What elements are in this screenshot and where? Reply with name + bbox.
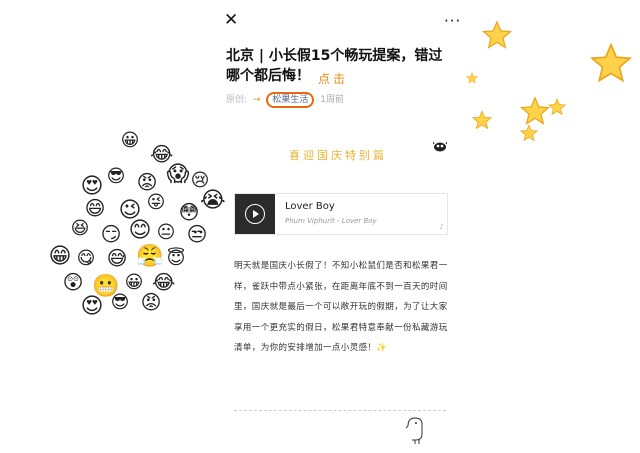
cow-icon: [432, 141, 448, 156]
emoji-face-icon: 😀: [120, 130, 140, 151]
star-icon: [520, 96, 550, 125]
star-icon: [472, 110, 492, 130]
publish-time: 1周前: [320, 95, 344, 105]
song-title: Lover Boy: [285, 201, 335, 212]
emoji-face-icon: 😱: [166, 162, 190, 187]
play-icon[interactable]: [245, 204, 265, 224]
dinosaur-doodle-icon: [405, 417, 423, 444]
article-meta: 原创: → 松果生活 1周前: [226, 92, 344, 108]
arrow-icon: →: [252, 95, 261, 105]
emoji-face-icon: 😋: [76, 248, 96, 269]
star-icon: [482, 20, 512, 49]
click-annotation: 点击: [318, 72, 349, 86]
emoji-face-icon: 😭: [200, 188, 226, 213]
emoji-face-icon: 😲: [62, 270, 84, 294]
emoji-face-icon: 😡: [136, 170, 158, 194]
music-badge-icon: ♪: [439, 223, 444, 231]
emoji-face-icon: 😒: [186, 222, 208, 246]
more-icon[interactable]: ···: [444, 12, 461, 30]
emoji-face-icon: 😎: [110, 292, 130, 313]
emoji-face-icon: 😎: [106, 166, 126, 187]
author-link[interactable]: 松果生活: [266, 92, 315, 108]
emoji-face-icon: 😐: [156, 222, 176, 243]
emoji-face-icon: 😤: [136, 244, 164, 269]
emoji-face-icon: 😏: [100, 222, 122, 246]
emoji-face-icon: 😇: [166, 248, 186, 269]
music-player[interactable]: Lover Boy Phum Viphurit - Lover Boy ♪: [234, 193, 448, 235]
emoji-face-icon: 😍: [80, 294, 104, 319]
divider: [234, 410, 446, 411]
emoji-face-icon: 😅: [106, 246, 128, 270]
star-icon: [548, 98, 566, 116]
star-icon: [590, 42, 632, 83]
emoji-face-icon: 😡: [140, 290, 162, 314]
emoji-face-icon: 😆: [70, 218, 90, 239]
emoji-face-icon: 😳: [178, 200, 200, 224]
emoji-face-icon: 😜: [146, 192, 166, 213]
origin-label: 原创:: [226, 95, 248, 105]
emoji-face-icon: 😄: [84, 196, 106, 220]
close-icon[interactable]: ✕: [224, 12, 238, 29]
special-heading: 喜迎国庆特别篇: [289, 149, 387, 162]
emoji-face-icon: 😁: [48, 244, 72, 269]
star-icon: [466, 72, 478, 84]
emoji-face-icon: 😊: [128, 218, 152, 243]
star-icon: [520, 124, 538, 142]
song-artist: Phum Viphurit - Lover Boy: [285, 217, 377, 225]
article-paragraph: 明天就是国庆小长假了！不知小松鼠们是否和松果君一样，雀跃中带点小紧张，在距离年底…: [234, 261, 448, 353]
emoji-cluster: 😀 😂 😍 😎 😡 😱 😢 😄 😉 😜 😳 😭 😆 😏 😊 😐 😒 😁 😋 😅 😤 😇 😲 😬 😀 😂 😍 😎 😡: [40, 128, 226, 319]
